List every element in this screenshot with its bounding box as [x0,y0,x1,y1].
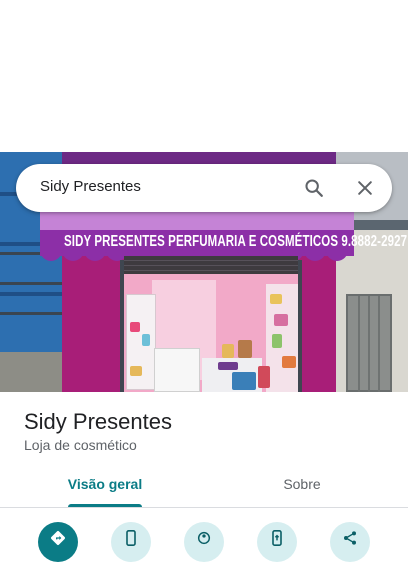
directions-button[interactable] [38,522,78,562]
place-name: Sidy Presentes [24,409,172,434]
place-category: Loja de cosmético [24,437,137,453]
call-button[interactable] [111,522,151,562]
close-icon [358,181,372,195]
tab-about[interactable]: Sobre [210,476,394,508]
street-view-button[interactable] [184,522,224,562]
send-to-phone-button[interactable] [257,522,297,562]
awning-text: SIDY PRESENTES PERFUMARIA E COSMÉTICOS 9… [64,234,408,251]
search-bar[interactable]: Sidy Presentes [16,164,392,212]
search-icon [305,179,323,197]
search-input[interactable]: Sidy Presentes [40,178,141,195]
search-button[interactable] [298,172,330,204]
close-button[interactable] [349,172,381,204]
store-interior [122,274,300,392]
tabs-divider [0,507,408,508]
map-blank-area [0,0,408,152]
share-button[interactable] [330,522,370,562]
